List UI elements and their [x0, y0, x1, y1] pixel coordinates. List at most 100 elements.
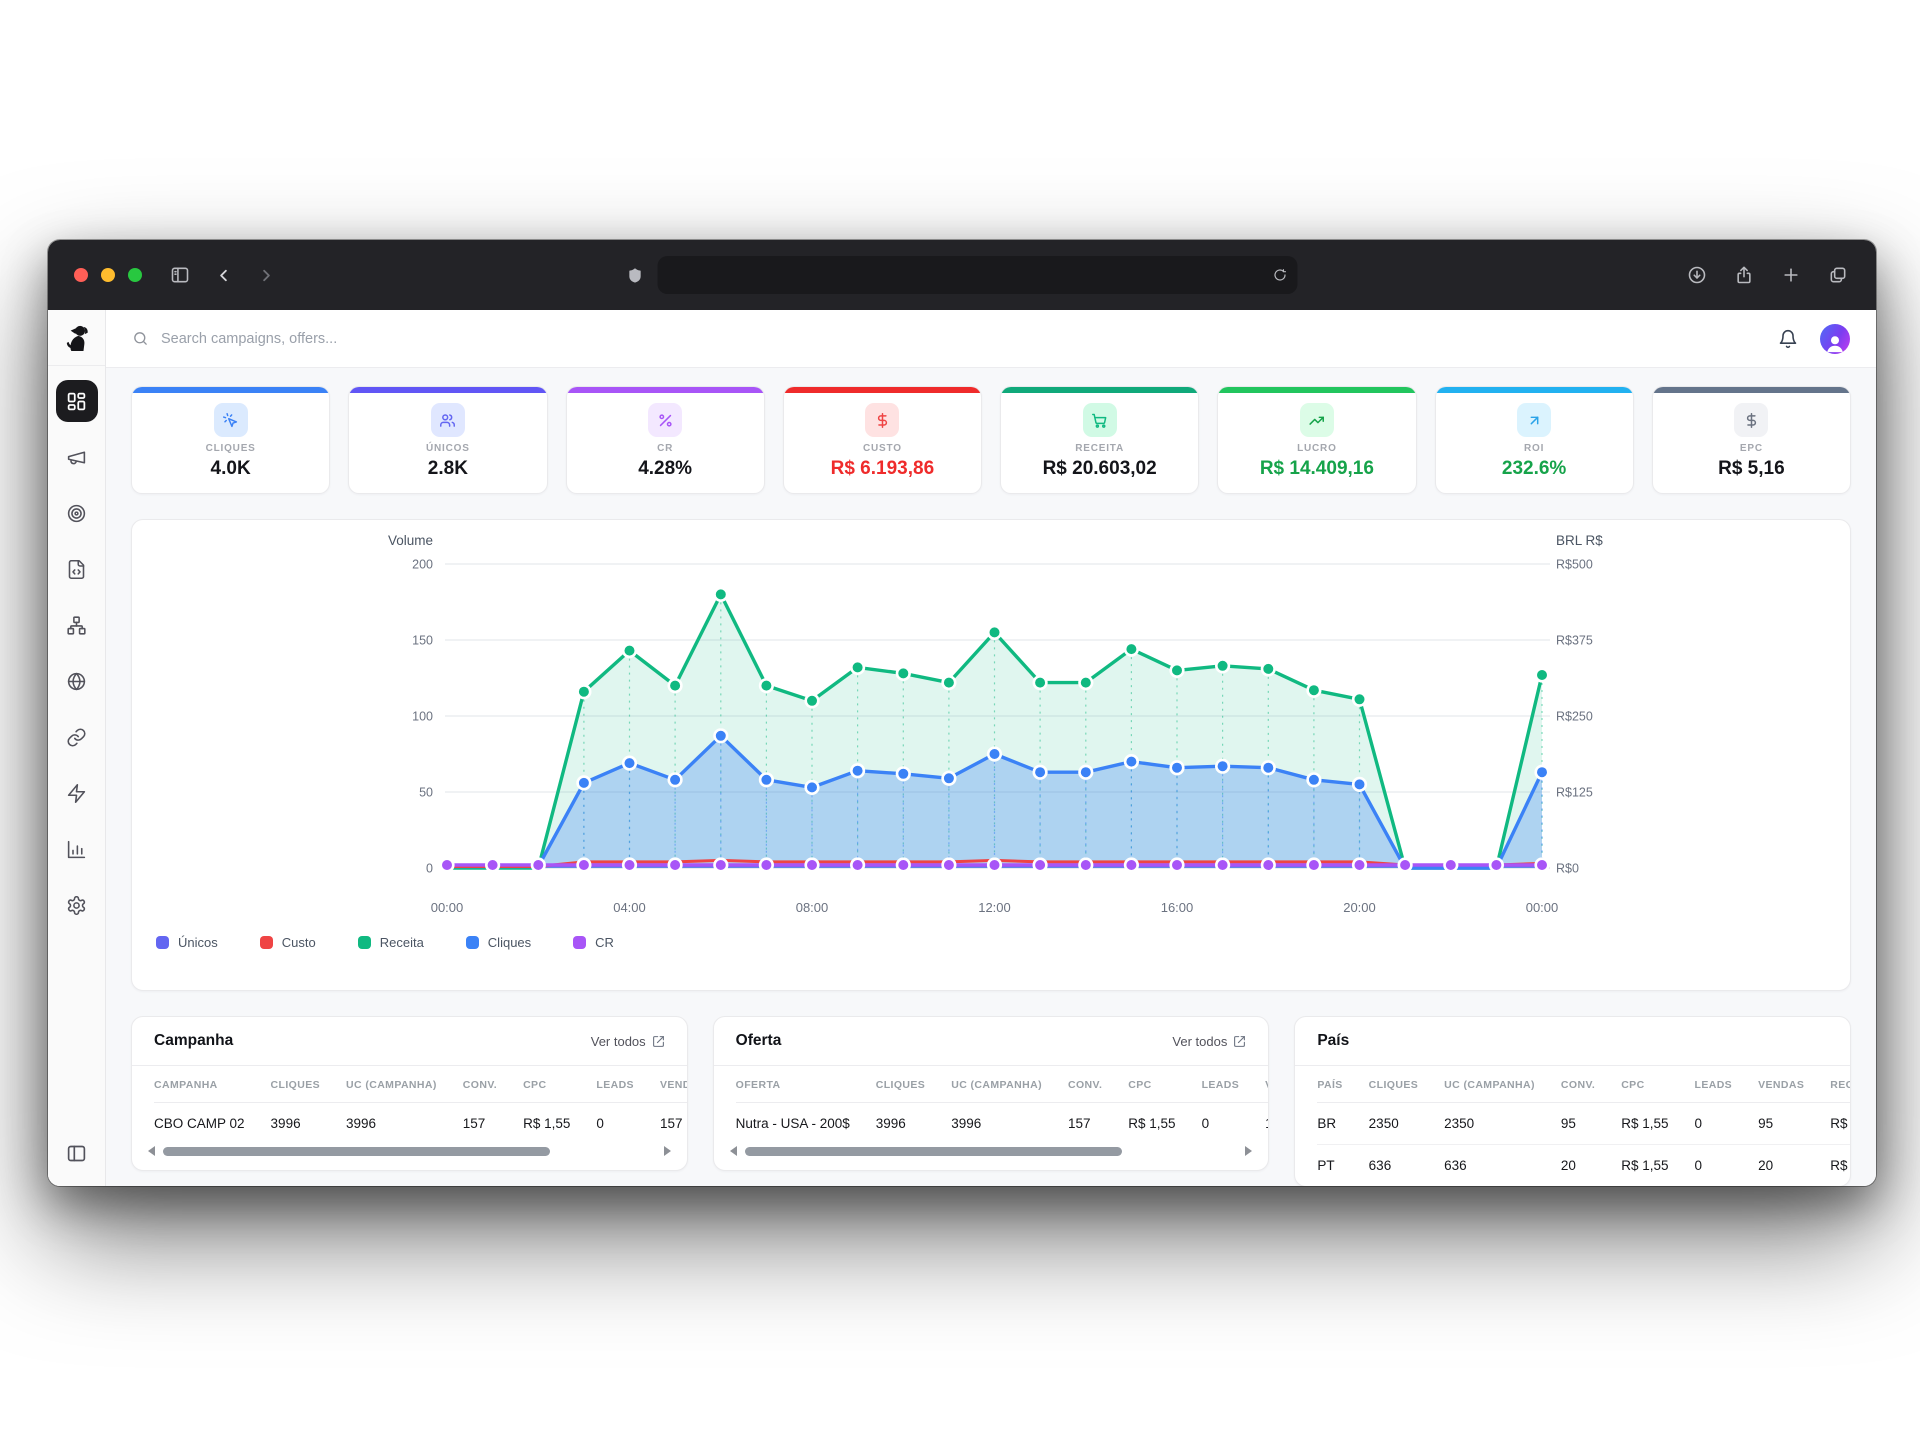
zoom-window-button[interactable]	[128, 268, 142, 282]
shield-icon[interactable]	[627, 267, 644, 284]
table-cell: BR	[1317, 1103, 1368, 1145]
scroll-right-icon[interactable]	[664, 1146, 671, 1156]
column-header[interactable]: UC (CAMPANHA)	[951, 1066, 1068, 1103]
table-cell: R$ 1,55	[1621, 1103, 1694, 1145]
sidebar-item-bar-chart[interactable]	[56, 828, 98, 870]
reload-icon[interactable]	[1273, 268, 1288, 283]
column-header[interactable]: LEADS	[1202, 1066, 1266, 1103]
sidebar-item-dashboard[interactable]	[56, 380, 98, 422]
kpi-card-receita[interactable]: RECEITA R$ 20.603,02	[1000, 386, 1199, 494]
column-header[interactable]: CONV.	[1561, 1066, 1621, 1103]
sidebar-item-link[interactable]	[56, 716, 98, 758]
column-header[interactable]: CLIQUES	[271, 1066, 346, 1103]
legend-item-custo[interactable]: Custo	[260, 935, 316, 950]
sidebar-item-target[interactable]	[56, 492, 98, 534]
sidebar-item-settings[interactable]	[56, 884, 98, 926]
column-header[interactable]: CONV.	[1068, 1066, 1128, 1103]
sidebar-item-megaphone[interactable]	[56, 436, 98, 478]
table-cell: 157	[660, 1103, 687, 1145]
kpi-card-únicos[interactable]: ÚNICOS2.8K	[348, 386, 547, 494]
browser-titlebar	[48, 240, 1876, 310]
scroll-right-icon[interactable]	[1245, 1146, 1252, 1156]
browser-sidebar-toggle-icon[interactable]	[170, 265, 190, 285]
sidebar-item-file-code[interactable]	[56, 548, 98, 590]
horizontal-scrollbar[interactable]	[132, 1144, 687, 1170]
avatar[interactable]	[1820, 324, 1850, 354]
column-header[interactable]: CONV.	[463, 1066, 523, 1103]
svg-text:200: 200	[412, 558, 433, 572]
table-cell: 3996	[346, 1103, 463, 1145]
downloads-icon[interactable]	[1687, 265, 1707, 285]
sidebar-item-sitemap[interactable]	[56, 604, 98, 646]
kpi-card-roi[interactable]: ROI232.6%	[1435, 386, 1634, 494]
share-icon[interactable]	[1734, 265, 1754, 285]
column-header[interactable]: CPC	[1128, 1066, 1201, 1103]
column-header[interactable]: UC (CAMPANHA)	[1444, 1066, 1561, 1103]
column-header[interactable]: CPC	[1621, 1066, 1694, 1103]
tab-overview-icon[interactable]	[1828, 265, 1848, 285]
column-header[interactable]: CPC	[523, 1066, 596, 1103]
kpi-card-cliques[interactable]: CLIQUES4.0K	[131, 386, 330, 494]
column-header[interactable]: LEADS	[596, 1066, 660, 1103]
column-header[interactable]: CAMPANHA	[154, 1066, 271, 1103]
scroll-left-icon[interactable]	[148, 1146, 155, 1156]
column-header[interactable]: RECEITA (CONVERSÃO)	[1830, 1066, 1850, 1103]
table-row[interactable]: BR2350235095R$ 1,55095R$ 9.288,09	[1317, 1103, 1850, 1145]
scrollbar-thumb[interactable]	[163, 1147, 550, 1156]
table-cell: 636	[1444, 1145, 1561, 1187]
kpi-value: R$ 20.603,02	[1001, 458, 1198, 480]
kpi-value: 4.28%	[567, 458, 764, 480]
bell-icon[interactable]	[1778, 329, 1798, 349]
column-header[interactable]: CLIQUES	[1369, 1066, 1444, 1103]
column-header[interactable]: PAÍS	[1317, 1066, 1368, 1103]
close-window-button[interactable]	[74, 268, 88, 282]
svg-text:04:00: 04:00	[613, 900, 646, 915]
new-tab-icon[interactable]	[1781, 265, 1801, 285]
legend-item-cr[interactable]: CR	[573, 935, 614, 950]
scrollbar-thumb[interactable]	[745, 1147, 1122, 1156]
svg-text:R$500: R$500	[1556, 558, 1593, 572]
kpi-row: CLIQUES4.0KÚNICOS2.8KCR4.28%CUSTOR$ 6.19…	[131, 386, 1851, 494]
users-icon	[431, 403, 465, 437]
legend-item-receita[interactable]: Receita	[358, 935, 424, 950]
column-header[interactable]: VENDAS	[1758, 1066, 1830, 1103]
table-cell: 3996	[876, 1103, 951, 1145]
kpi-value: 4.0K	[132, 458, 329, 480]
table-cell: 0	[596, 1103, 660, 1145]
scroll-left-icon[interactable]	[730, 1146, 737, 1156]
sidebar-item-zap[interactable]	[56, 772, 98, 814]
column-header[interactable]: OFERTA	[736, 1066, 876, 1103]
sidebar-item-globe[interactable]	[56, 660, 98, 702]
address-bar[interactable]	[658, 256, 1298, 294]
search-input[interactable]	[161, 331, 581, 347]
table-cell: 0	[1695, 1103, 1759, 1145]
column-header[interactable]: CLIQUES	[876, 1066, 951, 1103]
column-header[interactable]: UC (CAMPANHA)	[346, 1066, 463, 1103]
sidebar-collapse-icon[interactable]	[62, 1138, 92, 1168]
column-header[interactable]: VENDAS	[1265, 1066, 1268, 1103]
campanha-ver-todos-link[interactable]: Ver todos	[591, 1034, 665, 1049]
kpi-label: RECEITA	[1001, 443, 1198, 454]
app-logo[interactable]	[48, 310, 105, 366]
column-header[interactable]: VENDAS	[660, 1066, 687, 1103]
table-row[interactable]: PT63663620R$ 1,55020R$ 3.484,10	[1317, 1145, 1850, 1187]
legend-item-cliques[interactable]: Cliques	[466, 935, 531, 950]
oferta-ver-todos-link[interactable]: Ver todos	[1172, 1034, 1246, 1049]
column-header[interactable]: LEADS	[1695, 1066, 1759, 1103]
kpi-accent-strip	[132, 387, 329, 393]
legend-item-únicos[interactable]: Únicos	[156, 935, 218, 950]
table-cell: Nutra - USA - 200$	[736, 1103, 876, 1145]
kpi-card-custo[interactable]: CUSTOR$ 6.193,86	[783, 386, 982, 494]
minimize-window-button[interactable]	[101, 268, 115, 282]
table-row[interactable]: Nutra - USA - 200$39963996157R$ 1,550157…	[736, 1103, 1269, 1145]
forward-icon[interactable]	[257, 266, 276, 285]
traffic-chart: 0R$050R$125100R$250150R$375200R$500Volum…	[132, 520, 1850, 925]
kpi-card-epc[interactable]: EPCR$ 5,16	[1652, 386, 1851, 494]
table-cell: R$ 9.288,09	[1830, 1103, 1850, 1145]
kpi-card-cr[interactable]: CR4.28%	[566, 386, 765, 494]
table-row[interactable]: CBO CAMP 0239963996157R$ 1,550157R$ 20.6…	[154, 1103, 687, 1145]
kpi-card-lucro[interactable]: LUCROR$ 14.409,16	[1217, 386, 1416, 494]
horizontal-scrollbar[interactable]	[714, 1144, 1269, 1170]
back-icon[interactable]	[214, 266, 233, 285]
oferta-table: OFERTACLIQUESUC (CAMPANHA)CONV.CPCLEADSV…	[736, 1066, 1269, 1144]
